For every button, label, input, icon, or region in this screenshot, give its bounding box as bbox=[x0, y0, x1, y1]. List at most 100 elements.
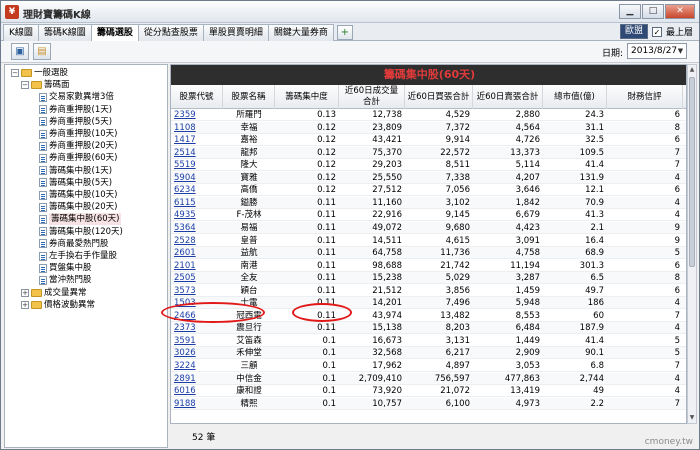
tree-item[interactable]: 券商重押股(10天) bbox=[39, 128, 117, 140]
table-cell: 41.3 bbox=[585, 210, 604, 221]
scroll-thumb[interactable] bbox=[689, 77, 695, 267]
table-row[interactable]: 3224 三顧 0.1 17,962 4,897 3,053 6.8 7 bbox=[171, 360, 686, 372]
tree-item-label: 價格波動異常 bbox=[44, 299, 96, 310]
stock-code-link[interactable]: 2601 bbox=[171, 247, 223, 259]
topmost-checkbox[interactable]: ✓ bbox=[651, 26, 662, 37]
vertical-scrollbar[interactable]: ▲ ▼ bbox=[687, 64, 697, 424]
close-icon[interactable]: ✕ bbox=[665, 4, 695, 19]
table-row[interactable]: 1108 幸福 0.12 23,809 7,372 4,564 31.1 8 bbox=[171, 121, 686, 134]
table-row[interactable]: 2514 龍邦 0.12 75,370 22,572 13,373 109.5 7 bbox=[171, 146, 686, 159]
column-header[interactable]: 總市值(億) bbox=[543, 85, 607, 109]
tab-5[interactable]: 關鍵大量券商 bbox=[267, 24, 334, 41]
save-icon[interactable]: ▣ bbox=[11, 43, 29, 60]
column-header[interactable]: 近60日成交量合計 bbox=[339, 85, 405, 109]
stock-code-link[interactable]: 5519 bbox=[171, 159, 223, 171]
tree-item[interactable]: 籌碼集中股(1天) bbox=[39, 165, 112, 177]
stock-code-link[interactable]: 3591 bbox=[171, 335, 223, 347]
tree-item[interactable]: 券商重押股(60天) bbox=[39, 152, 117, 164]
stock-code-link[interactable]: 1417 bbox=[171, 134, 223, 146]
tree-item[interactable]: + 價格波動異常 bbox=[21, 299, 95, 311]
table-row[interactable]: 2101 南港 0.11 98,688 21,742 11,194 301.3 6 bbox=[171, 260, 686, 272]
column-header[interactable]: 近60日賣張合計 bbox=[473, 85, 543, 109]
tree-item[interactable]: 籌碼集中股(10天) bbox=[39, 189, 117, 201]
tree-item[interactable]: 券商重押股(20天) bbox=[39, 140, 117, 152]
tab-4[interactable]: 單股買賣明細 bbox=[202, 24, 269, 41]
stock-code-link[interactable]: 6115 bbox=[171, 197, 223, 209]
tab-3[interactable]: 從分點查股票 bbox=[137, 24, 204, 41]
table-row[interactable]: 2505 全友 0.11 15,238 5,029 3,287 6.5 8 bbox=[171, 272, 686, 285]
maximize-icon[interactable]: □ bbox=[642, 4, 664, 19]
scroll-down-icon[interactable]: ▼ bbox=[688, 413, 696, 423]
tree-item[interactable]: 買盤集中股 bbox=[39, 262, 92, 274]
collapse-icon[interactable]: − bbox=[11, 69, 19, 77]
stock-code-link[interactable]: 6234 bbox=[171, 184, 223, 196]
tree-item[interactable]: 券商重押股(5天) bbox=[39, 116, 112, 128]
chevron-down-icon[interactable]: ▼ bbox=[675, 44, 686, 58]
scroll-up-icon[interactable]: ▲ bbox=[688, 65, 696, 75]
tab-1[interactable]: 籌碼K線圖 bbox=[37, 24, 92, 41]
table-row[interactable]: 9188 精熙 0.1 10,757 6,100 4,973 2.2 7 bbox=[171, 397, 686, 410]
stock-code-link[interactable]: 3224 bbox=[171, 360, 223, 372]
table-row[interactable]: 2891 中信金 0.1 2,709,410 756,597 477,863 2,744 4 bbox=[171, 372, 686, 385]
table-row[interactable]: 1417 嘉裕 0.12 43,421 9,914 4,726 32.5 6 bbox=[171, 134, 686, 147]
stock-code-link[interactable]: 2373 bbox=[171, 322, 223, 334]
stock-code-link[interactable]: 2528 bbox=[171, 235, 223, 247]
table-row[interactable]: 5519 隆大 0.12 29,203 8,511 5,114 41.4 7 bbox=[171, 159, 686, 172]
stock-code-link[interactable]: 2359 bbox=[171, 109, 223, 121]
tab-0[interactable]: K線圖 bbox=[3, 24, 39, 41]
table-cell: 1,842 bbox=[515, 197, 540, 208]
table-row[interactable]: 3591 艾笛森 0.1 16,673 3,131 1,449 41.4 5 bbox=[171, 335, 686, 347]
column-header[interactable]: 近60日買張合計 bbox=[405, 85, 473, 109]
stock-code-link[interactable]: 9188 bbox=[171, 398, 223, 410]
table-row[interactable]: 2528 皇普 0.11 14,511 4,615 3,091 16.4 9 bbox=[171, 235, 686, 247]
stock-code-link[interactable]: 3026 bbox=[171, 347, 223, 359]
tree-item[interactable]: 券商最愛熱門股 bbox=[39, 238, 109, 250]
stock-code-link[interactable]: 2891 bbox=[171, 373, 223, 385]
minimize-icon[interactable]: ▁ bbox=[619, 4, 641, 19]
tree-item[interactable]: 當沖熱門股 bbox=[39, 274, 92, 286]
tree-item[interactable]: 籌碼集中股(60天) bbox=[39, 213, 122, 226]
annotation-ellipse-concentration bbox=[292, 303, 352, 322]
table-cell: 6 bbox=[674, 260, 680, 271]
table-row[interactable]: 4935 F-茂林 0.11 22,916 9,145 6,679 41.3 4 bbox=[171, 209, 686, 222]
stock-code-link[interactable]: 1108 bbox=[171, 122, 223, 134]
tree-item[interactable]: − 一般選股 bbox=[11, 67, 68, 79]
tree-item[interactable]: − 籌碼面 bbox=[21, 79, 70, 91]
tree-item[interactable]: + 成交量異常 bbox=[21, 287, 87, 299]
tree-item[interactable]: 券商重押股(1天) bbox=[39, 104, 112, 116]
open-folder-icon[interactable]: ▤ bbox=[33, 43, 51, 60]
table-row[interactable]: 5364 易福 0.11 49,072 9,680 4,423 2.1 9 bbox=[171, 221, 686, 234]
table-row[interactable]: 2601 益航 0.11 64,758 11,736 4,758 68.9 5 bbox=[171, 247, 686, 260]
tree-item[interactable]: 籌碼集中股(20天) bbox=[39, 201, 117, 213]
column-header[interactable]: 股票名稱 bbox=[223, 85, 275, 109]
expand-icon[interactable]: + bbox=[21, 288, 29, 297]
table-row[interactable]: 2373 震旦行 0.11 15,138 8,203 6,484 187.9 4 bbox=[171, 322, 686, 335]
tree-item[interactable]: 左手換右手作量股 bbox=[39, 250, 117, 262]
table-row[interactable]: 5904 寶雅 0.12 25,550 7,338 4,207 131.9 4 bbox=[171, 171, 686, 184]
column-header[interactable]: 財務信評 bbox=[607, 85, 683, 109]
stock-code-link[interactable]: 3573 bbox=[171, 285, 223, 297]
stock-code-link[interactable]: 5904 bbox=[171, 172, 223, 184]
table-row[interactable]: 6234 高僑 0.12 27,512 7,056 3,646 12.1 6 bbox=[171, 184, 686, 197]
column-header[interactable]: 股票代號 bbox=[171, 85, 223, 109]
stock-code-link[interactable]: 2505 bbox=[171, 272, 223, 284]
stock-code-link[interactable]: 2514 bbox=[171, 147, 223, 159]
collapse-icon[interactable]: − bbox=[21, 81, 29, 90]
stock-code-link[interactable]: 6016 bbox=[171, 385, 223, 397]
region-button[interactable]: 歐盟 bbox=[619, 24, 648, 39]
stock-code-link[interactable]: 2101 bbox=[171, 260, 223, 272]
table-row[interactable]: 3026 禾伸堂 0.1 32,568 6,217 2,909 90.1 5 bbox=[171, 347, 686, 360]
stock-code-link[interactable]: 4935 bbox=[171, 209, 223, 221]
table-row[interactable]: 2359 所羅門 0.13 12,738 4,529 2,880 24.3 6 bbox=[171, 109, 686, 121]
table-row[interactable]: 6016 康和證 0.1 73,920 21,072 13,419 49 4 bbox=[171, 385, 686, 398]
tree-item[interactable]: 交易家數異增3倍 bbox=[39, 91, 114, 103]
table-row[interactable]: 3573 穎台 0.11 21,512 3,856 1,459 49.7 6 bbox=[171, 285, 686, 297]
tree-item[interactable]: 籌碼集中股(5天) bbox=[39, 177, 112, 189]
column-header[interactable]: 籌碼集中度 bbox=[275, 85, 339, 109]
add-tab-icon[interactable]: + bbox=[336, 25, 353, 40]
table-row[interactable]: 6115 鎰勝 0.11 11,160 3,102 1,842 70.9 4 bbox=[171, 196, 686, 209]
tree-item[interactable]: 籌碼集中股(120天) bbox=[39, 226, 123, 238]
expand-icon[interactable]: + bbox=[21, 300, 29, 309]
tab-2[interactable]: 籌碼選股 bbox=[90, 24, 139, 42]
stock-code-link[interactable]: 5364 bbox=[171, 222, 223, 234]
